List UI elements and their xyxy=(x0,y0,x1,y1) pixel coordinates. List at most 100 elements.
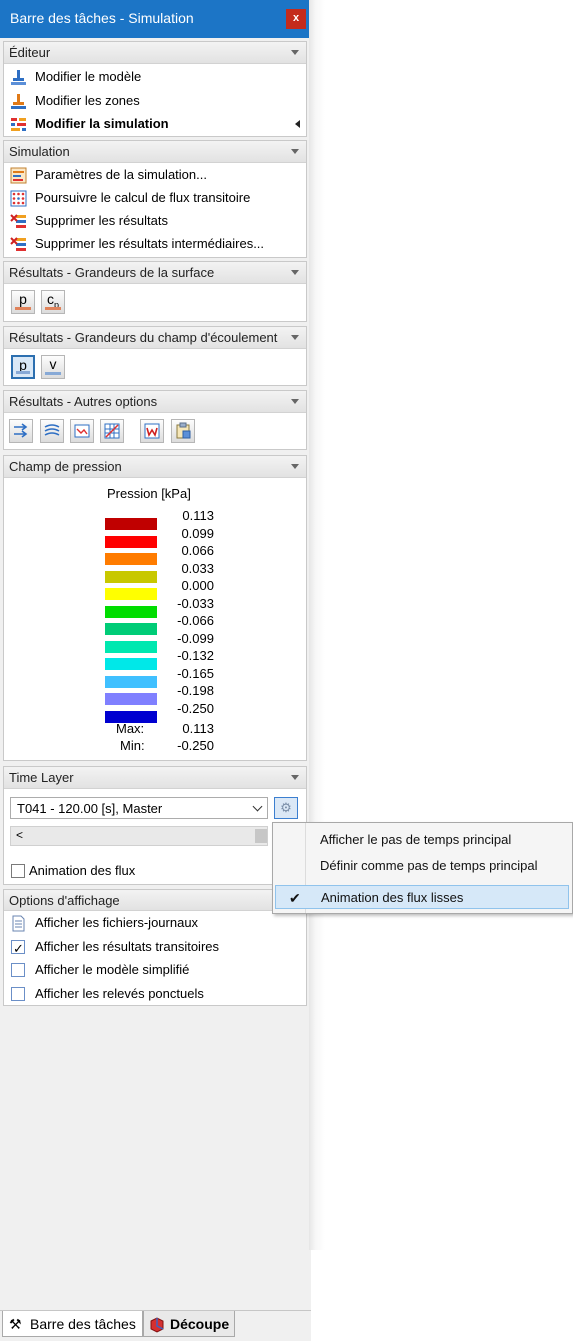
menu-item-smooth-animation[interactable]: ✔ Animation des flux lisses xyxy=(275,885,569,909)
item-label: Afficher le modèle simplifié xyxy=(35,962,190,977)
item-label: Supprimer les résultats xyxy=(35,213,168,228)
item-label: Modifier le modèle xyxy=(35,69,142,84)
color-bar xyxy=(45,372,61,375)
section-header-flow-field[interactable]: Résultats - Grandeurs du champ d'écoulem… xyxy=(4,327,306,349)
item-label: Supprimer les résultats intermédiaires..… xyxy=(35,236,265,251)
legend-swatch xyxy=(105,518,157,530)
contours-button[interactable] xyxy=(40,419,64,443)
min-value: -0.250 xyxy=(177,738,214,753)
section-header-time-layer[interactable]: Time Layer xyxy=(4,767,306,789)
field-pressure-button[interactable]: p xyxy=(11,355,35,379)
delete-intermediate-icon xyxy=(10,237,26,251)
active-indicator-icon xyxy=(295,120,300,128)
legend-value: -0.099 xyxy=(177,630,214,646)
legend-value: -0.132 xyxy=(177,648,214,663)
section-surface-results: Résultats - Grandeurs de la surface p cp xyxy=(3,261,307,322)
simulation-icon xyxy=(11,118,26,131)
point-probes-checkbox[interactable] xyxy=(11,987,25,1001)
menu-item-label: Afficher le pas de temps principal xyxy=(320,832,512,847)
report-icon xyxy=(144,423,160,439)
title-bar: Barre des tâches - Simulation x xyxy=(0,0,309,38)
min-label: Min: xyxy=(120,738,145,753)
contours-icon xyxy=(44,424,60,436)
pressure-legend: Pression [kPa] 0.113 0.099 0.066 0.033 0.000… xyxy=(4,478,306,758)
report-button[interactable] xyxy=(140,419,164,443)
chevron-down-icon xyxy=(291,399,299,404)
section-title: Résultats - Grandeurs du champ d'écoulem… xyxy=(9,330,278,345)
section-title: Éditeur xyxy=(9,45,51,60)
chevron-down-icon xyxy=(291,50,299,55)
legend-title: Pression [kPa] xyxy=(107,486,191,501)
chevron-down-icon xyxy=(291,464,299,469)
time-scrollbar[interactable]: < xyxy=(10,826,268,846)
mesh-icon xyxy=(104,423,120,439)
section-header-display-options[interactable]: Options d'affichage xyxy=(4,890,306,911)
time-layer-options-button[interactable]: ⚙ xyxy=(274,797,298,819)
field-velocity-button[interactable]: v xyxy=(41,355,65,379)
legend-swatch xyxy=(105,605,157,618)
zones-icon xyxy=(11,94,26,109)
settings-icon xyxy=(10,167,27,184)
max-value: 0.113 xyxy=(182,721,214,736)
surface-pressure-button[interactable]: p xyxy=(11,290,35,314)
tab-taskbar[interactable]: ⚒ Barre des tâches xyxy=(2,1311,143,1337)
clipboard-button[interactable] xyxy=(171,419,195,443)
close-button[interactable]: x xyxy=(286,9,306,29)
item-label: Paramètres de la simulation... xyxy=(35,167,207,182)
chevron-down-icon xyxy=(252,801,263,812)
legend-value: 0.099 xyxy=(181,525,214,541)
section-display-options: Options d'affichage Afficher les fichier… xyxy=(3,889,307,1006)
chevron-down-icon xyxy=(291,775,299,780)
mesh-button[interactable] xyxy=(100,419,124,443)
scroll-thumb[interactable] xyxy=(255,829,267,843)
legend-value: 0.113 xyxy=(182,508,214,523)
section-title: Résultats - Autres options xyxy=(9,394,158,409)
item-label: Modifier les zones xyxy=(35,93,140,108)
menu-item-set-main-step[interactable]: Définir comme pas de temps principal xyxy=(273,854,572,878)
simplified-checkbox[interactable] xyxy=(11,963,25,977)
button-label: v xyxy=(49,356,57,372)
section-editeur: Éditeur Modifier le modèle Modifier les … xyxy=(3,41,307,137)
legend-swatch xyxy=(105,570,157,583)
button-label: p xyxy=(19,291,27,307)
tab-clipping[interactable]: Découpe xyxy=(143,1311,235,1337)
section-header-surface[interactable]: Résultats - Grandeurs de la surface xyxy=(4,262,306,284)
scroll-left-arrow-icon[interactable]: < xyxy=(16,828,23,842)
section-header-pressure[interactable]: Champ de pression xyxy=(4,456,306,478)
color-bar xyxy=(16,371,30,374)
checkmark-icon: ✓ xyxy=(13,941,24,956)
time-layer-select[interactable]: T041 - 120.00 [s], Master xyxy=(10,797,268,819)
animation-checkbox[interactable] xyxy=(11,864,25,878)
gear-icon: ⚙ xyxy=(280,800,292,815)
section-flow-field-results: Résultats - Grandeurs du champ d'écoulem… xyxy=(3,326,307,386)
legend-value: 0.066 xyxy=(181,543,214,558)
item-label: Poursuivre le calcul de flux transitoire xyxy=(35,190,251,205)
transient-checkbox[interactable]: ✓ xyxy=(11,940,25,956)
legend-value: -0.250 xyxy=(177,700,214,716)
menu-item-show-main-step[interactable]: Afficher le pas de temps principal xyxy=(273,828,572,852)
section-header-simulation[interactable]: Simulation xyxy=(4,141,306,163)
surface-cp-button[interactable]: cp xyxy=(41,290,65,314)
legend-swatch xyxy=(105,588,157,600)
selected-value: T041 - 120.00 [s], Master xyxy=(17,801,163,816)
animation-label: Animation des flux xyxy=(29,863,136,878)
diagram-button[interactable] xyxy=(70,419,94,443)
section-header-editeur[interactable]: Éditeur xyxy=(4,42,306,64)
bottom-tab-bar: ⚒ Barre des tâches Découpe xyxy=(0,1310,311,1341)
section-header-other-options[interactable]: Résultats - Autres options xyxy=(4,391,306,413)
section-title: Time Layer xyxy=(9,770,74,785)
item-label: Afficher les relevés ponctuels xyxy=(35,986,204,1001)
legend-value: -0.165 xyxy=(177,665,214,681)
color-bar xyxy=(15,307,31,310)
legend-swatch xyxy=(105,658,157,670)
color-bar xyxy=(45,307,61,310)
panel-edge xyxy=(309,0,325,1250)
streamlines-button[interactable] xyxy=(9,419,33,443)
section-pressure-field: Champ de pression Pression [kPa] 0.113 0.… xyxy=(3,455,307,761)
legend-swatch xyxy=(105,553,157,565)
section-simulation: Simulation Paramètres de la simulation..… xyxy=(3,140,307,258)
menu-item-label: Définir comme pas de temps principal xyxy=(320,858,538,873)
chevron-down-icon xyxy=(291,149,299,154)
tab-label: Barre des tâches xyxy=(30,1316,136,1332)
window-title: Barre des tâches - Simulation xyxy=(10,10,194,26)
